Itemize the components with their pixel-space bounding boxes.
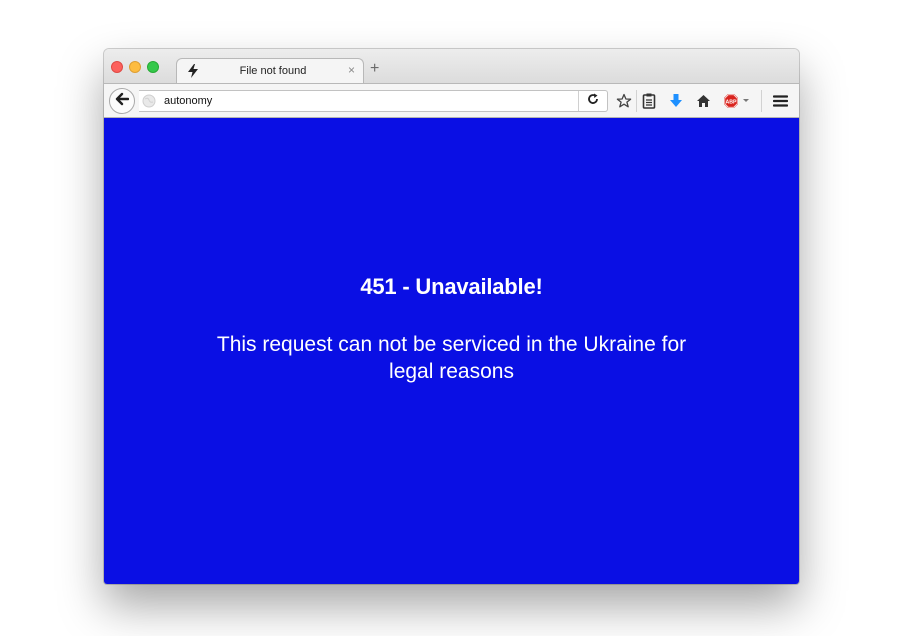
back-arrow-icon: [115, 92, 130, 111]
abp-label: ABP: [726, 100, 737, 106]
tab-file-not-found[interactable]: File not found ×: [176, 58, 364, 84]
new-tab-button[interactable]: +: [370, 61, 379, 77]
adblock-plus-icon[interactable]: ABP: [723, 93, 753, 109]
window-minimize-button[interactable]: [129, 61, 141, 73]
downloads-icon[interactable]: [668, 93, 684, 109]
error-title: 451 - Unavailable!: [360, 274, 543, 299]
home-icon[interactable]: [695, 93, 711, 109]
error-message: This request can not be serviced in the …: [216, 333, 687, 383]
toolbar-divider: [636, 90, 637, 112]
toolbar-divider: [761, 90, 762, 112]
menu-icon[interactable]: [772, 93, 788, 109]
browser-window: File not found × + autonomy ABP 451 - Un…: [104, 49, 799, 584]
url-input[interactable]: autonomy: [164, 95, 212, 107]
tab-title: File not found: [239, 65, 307, 77]
tab-close-icon[interactable]: ×: [348, 63, 355, 77]
back-button[interactable]: [109, 88, 135, 114]
reload-button[interactable]: [578, 91, 607, 111]
globe-icon: [142, 94, 156, 108]
window-close-button[interactable]: [111, 61, 123, 73]
window-maximize-button[interactable]: [147, 61, 159, 73]
url-bar[interactable]: autonomy: [139, 90, 608, 112]
reload-icon: [587, 92, 599, 110]
navigation-bar: autonomy ABP: [104, 83, 799, 118]
title-bar: File not found × +: [104, 49, 799, 84]
page-content: 451 - Unavailable! This request can not …: [104, 118, 799, 584]
reading-list-icon[interactable]: [641, 93, 657, 109]
lightning-icon: [187, 64, 199, 78]
bookmark-star-icon[interactable]: [616, 93, 632, 109]
